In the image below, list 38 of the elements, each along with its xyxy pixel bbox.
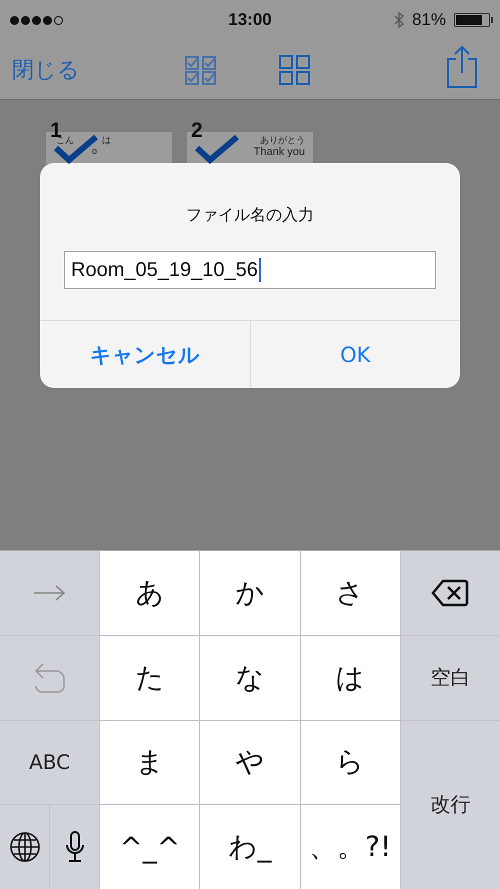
dialog-title: ファイル名の入力	[185, 205, 315, 226]
undo-icon	[34, 662, 66, 694]
thumbnail-text: は	[102, 135, 111, 146]
keyboard-key[interactable]: か	[200, 551, 300, 635]
keyboard-key[interactable]: は	[300, 636, 400, 720]
keyboard-key[interactable]: や	[200, 720, 300, 804]
keyboard-key[interactable]: 空白	[400, 636, 500, 720]
keyboard-key[interactable]: わ_	[200, 805, 300, 889]
thumbnail-text: o	[92, 146, 98, 157]
dialog-button[interactable]: OK	[250, 321, 460, 388]
thumbnail-text: ありがとう	[260, 135, 305, 146]
keyboard-key[interactable]: 、。?!	[300, 805, 400, 889]
keyboard-key[interactable]: ABC	[0, 720, 100, 804]
battery-percent: 81%	[412, 10, 446, 30]
select-all-checkbox-icon[interactable]	[184, 54, 218, 86]
grid-icon[interactable]	[278, 54, 312, 86]
keyboard-key[interactable]: 改行	[400, 720, 500, 889]
share-icon[interactable]	[446, 44, 478, 88]
microphone-key[interactable]	[50, 805, 100, 889]
dialog-button[interactable]: キャンセル	[40, 321, 250, 388]
keyboard-key[interactable]: ま	[100, 720, 200, 804]
keyboard-key[interactable]: な	[200, 636, 300, 720]
globe-icon	[8, 831, 41, 864]
globe-key[interactable]	[0, 805, 50, 889]
keyboard-key[interactable]: ^_^	[100, 805, 200, 889]
filename-field[interactable]: Room_05_19_10_56	[64, 251, 436, 289]
microphone-icon	[64, 831, 85, 864]
keyboard-key[interactable]: さ	[300, 551, 400, 635]
keyboard-key[interactable]: た	[100, 636, 200, 720]
delete-key[interactable]	[400, 551, 500, 635]
undo-key[interactable]	[0, 636, 100, 720]
bluetooth-icon	[394, 12, 404, 28]
keyboard-key[interactable]: ら	[300, 720, 400, 804]
keyboard-key[interactable]: あ	[100, 551, 200, 635]
arrow-right-icon	[32, 584, 67, 602]
thumbnail-text: Thank you	[254, 147, 305, 158]
backspace-icon	[431, 578, 470, 607]
status-time: 13:00	[227, 10, 273, 30]
